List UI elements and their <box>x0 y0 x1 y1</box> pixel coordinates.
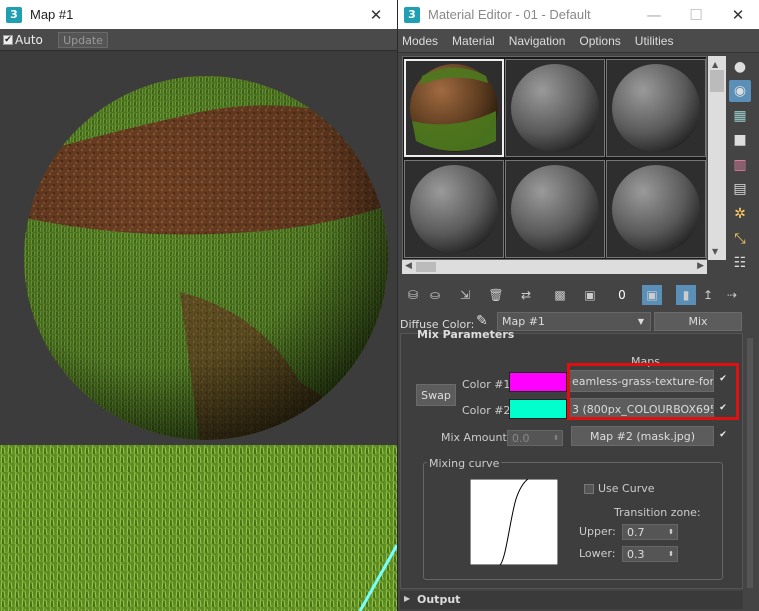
scroll-thumb[interactable] <box>710 70 724 92</box>
app-3dsmax-icon: 3 <box>6 6 22 23</box>
get-material-icon[interactable]: ⛁ <box>403 285 423 305</box>
output-label: Output <box>417 593 461 606</box>
slot-sphere-gray <box>511 64 599 152</box>
show-end-result-icon[interactable]: ▮ <box>676 285 696 305</box>
options-icon[interactable]: ✲ <box>729 203 751 225</box>
sample-slot-3[interactable] <box>606 59 706 157</box>
color2-label: Color #2 <box>462 404 511 417</box>
sample-uv-tiling-icon[interactable]: ■ <box>729 129 751 151</box>
mask-map-checkbox[interactable]: ✔ <box>718 431 728 441</box>
material-id-icon[interactable]: ▣ <box>580 285 600 305</box>
red-highlight-box <box>567 363 739 420</box>
color1-swatch[interactable] <box>509 372 567 392</box>
upper-label: Upper: <box>579 525 616 538</box>
rollout-title[interactable]: Mix Parameters <box>417 328 514 341</box>
go-to-parent-icon[interactable]: ↥ <box>698 285 718 305</box>
eyedropper-icon[interactable]: ✎ <box>476 313 488 329</box>
transition-zone-label: Transition zone: <box>614 506 701 519</box>
menu-utilities[interactable]: Utilities <box>635 34 674 48</box>
map-window-title: Map #1 <box>30 7 74 22</box>
menu-navigation[interactable]: Navigation <box>509 34 566 48</box>
video-color-check-icon[interactable]: ▥ <box>729 154 751 176</box>
color1-label: Color #1 <box>462 378 511 391</box>
upper-spinner[interactable]: 0.7 ⬍ <box>622 524 678 540</box>
swap-button[interactable]: Swap <box>416 384 456 406</box>
sample-slot-6[interactable] <box>606 160 706 258</box>
material-id-channel-icon[interactable]: 0 <box>612 285 632 305</box>
color2-swatch[interactable] <box>509 399 567 419</box>
sample-slot-1[interactable] <box>404 59 504 157</box>
background-checker-icon[interactable]: ▦ <box>729 105 751 127</box>
output-rollout[interactable]: ▶ Output <box>400 591 743 609</box>
menu-bar: Modes Material Navigation Options Utilit… <box>398 29 759 53</box>
make-preview-icon[interactable]: ▤ <box>729 178 751 200</box>
grass-texture-image <box>0 445 397 611</box>
slot-sphere-textured <box>410 64 498 152</box>
close-button[interactable]: ✕ <box>717 0 759 29</box>
close-button[interactable]: ✕ <box>355 0 397 29</box>
mix-parameters-rollout: Mix Parameters Maps Swap Color #1 eamles… <box>400 328 743 589</box>
update-button[interactable]: Update <box>58 32 108 48</box>
sample-type-icon[interactable]: ● <box>729 56 751 78</box>
sample-slot-4[interactable] <box>404 160 504 258</box>
sample-slots <box>402 56 707 260</box>
slots-horizontal-scrollbar[interactable]: ◀ ▶ <box>402 260 707 274</box>
slot-sphere-gray <box>612 165 700 253</box>
auto-label: Auto <box>15 33 43 47</box>
map-window: 3 Map #1 ✕ ✔ Auto Update <box>0 0 397 611</box>
lower-label: Lower: <box>579 547 616 560</box>
scroll-left-icon[interactable]: ◀ <box>405 261 412 271</box>
show-shaded-material-icon[interactable]: ▣ <box>642 285 662 305</box>
material-editor-window: 3 Material Editor - 01 - Default — ☐ ✕ M… <box>397 0 759 611</box>
mixing-curve-group: Mixing curve Use Curve Transition zone: … <box>423 457 723 580</box>
mixing-curve-graph <box>470 479 558 565</box>
scroll-thumb-h[interactable] <box>416 262 436 272</box>
expand-arrow-icon: ▶ <box>404 594 411 603</box>
panel-scrollbar[interactable] <box>747 338 753 588</box>
material-preview-viewport <box>0 52 397 445</box>
editor-title: Material Editor - 01 - Default <box>428 7 591 22</box>
scroll-up-icon[interactable]: ▲ <box>712 60 718 69</box>
material-map-navigator-icon[interactable]: ☷ <box>729 252 751 274</box>
put-to-scene-icon[interactable]: ⛀ <box>425 285 445 305</box>
map-name-field[interactable]: Map #1 ▼ <box>497 312 651 331</box>
menu-material[interactable]: Material <box>452 34 495 48</box>
reset-map-icon[interactable]: 🗑 <box>486 285 506 305</box>
map-titlebar: 3 Map #1 ✕ <box>0 0 397 29</box>
app-3dsmax-icon: 3 <box>404 6 420 23</box>
make-unique-icon[interactable]: ⇄ <box>516 285 536 305</box>
backlight-icon[interactable]: ◉ <box>729 80 751 102</box>
sample-slot-5[interactable] <box>505 160 605 258</box>
slot-sphere-gray <box>410 165 498 253</box>
editor-titlebar: 3 Material Editor - 01 - Default — ☐ ✕ <box>398 0 759 29</box>
sample-slot-2[interactable] <box>505 59 605 157</box>
map-type-button[interactable]: Mix <box>654 312 742 331</box>
mixing-curve-title: Mixing curve <box>427 457 502 470</box>
menu-options[interactable]: Options <box>579 34 620 48</box>
lower-spinner[interactable]: 0.3 ⬍ <box>622 546 678 562</box>
mix-amount-label: Mix Amount: <box>441 431 511 444</box>
dropdown-arrow-icon: ▼ <box>637 317 644 326</box>
use-curve-checkbox[interactable] <box>584 484 594 494</box>
mask-map-button[interactable]: Map #2 (mask.jpg) <box>571 426 714 446</box>
auto-checkbox[interactable]: ✔ <box>3 35 13 45</box>
put-to-library-icon[interactable]: ▩ <box>550 285 570 305</box>
assign-to-selection-icon[interactable]: ⇲ <box>455 285 475 305</box>
mix-amount-spinner[interactable]: 0.0 ⬍ <box>507 430 563 446</box>
second-grass-preview <box>0 445 397 611</box>
use-curve-label: Use Curve <box>598 482 655 495</box>
select-by-material-icon[interactable]: ⤡ <box>729 228 751 250</box>
go-forward-to-sibling-icon[interactable]: ⇢ <box>722 285 742 305</box>
slot-sphere-gray <box>612 64 700 152</box>
slot-sphere-gray <box>511 165 599 253</box>
textured-sphere <box>24 76 388 440</box>
scroll-right-icon[interactable]: ▶ <box>697 261 704 271</box>
minimize-button[interactable]: — <box>633 0 675 29</box>
slots-vertical-scrollbar[interactable]: ▲ ▼ <box>708 56 726 260</box>
map-toolbar: ✔ Auto Update <box>0 29 397 51</box>
maximize-button[interactable]: ☐ <box>675 0 717 29</box>
menu-modes[interactable]: Modes <box>402 34 438 48</box>
scroll-down-icon[interactable]: ▼ <box>712 247 718 256</box>
